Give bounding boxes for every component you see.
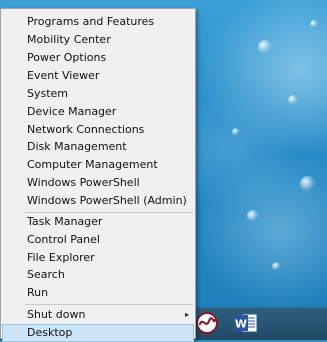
submenu-arrow-icon: ▸ <box>184 310 189 319</box>
menu-item-label: Shut down <box>27 308 86 321</box>
menu-item-device-manager[interactable]: Device Manager <box>2 103 194 121</box>
wallpaper-droplet <box>272 262 281 271</box>
menu-item-task-manager[interactable]: Task Manager <box>2 213 194 231</box>
menu-item-mobility-center[interactable]: Mobility Center <box>2 31 194 49</box>
menu-item-windows-powershell-admin[interactable]: Windows PowerShell (Admin) <box>2 192 194 210</box>
menu-item-shut-down[interactable]: Shut down ▸ <box>2 306 194 324</box>
menu-item-system[interactable]: System <box>2 85 194 103</box>
menu-item-power-options[interactable]: Power Options <box>2 49 194 67</box>
menu-item-programs-and-features[interactable]: Programs and Features <box>2 13 194 31</box>
menu-item-event-viewer[interactable]: Event Viewer <box>2 67 194 85</box>
menu-item-control-panel[interactable]: Control Panel <box>2 231 194 249</box>
menu-item-disk-management[interactable]: Disk Management <box>2 138 194 156</box>
wallpaper-droplet <box>310 20 318 28</box>
wallpaper-droplet <box>258 40 272 54</box>
menu-item-run[interactable]: Run <box>2 284 194 302</box>
menu-separator <box>25 304 193 305</box>
app-swirl-icon[interactable] <box>194 310 220 336</box>
menu-item-desktop[interactable]: Desktop <box>2 324 194 342</box>
wallpaper-droplet <box>232 128 240 136</box>
wallpaper-droplet <box>247 210 259 222</box>
menu-item-computer-management[interactable]: Computer Management <box>2 156 194 174</box>
menu-item-windows-powershell[interactable]: Windows PowerShell <box>2 174 194 192</box>
menu-item-search[interactable]: Search <box>2 266 194 284</box>
menu-item-network-connections[interactable]: Network Connections <box>2 121 194 139</box>
wallpaper-droplet <box>288 95 298 105</box>
menu-item-file-explorer[interactable]: File Explorer <box>2 249 194 267</box>
word-letter: W <box>235 318 247 331</box>
winx-context-menu: Programs and Features Mobility Center Po… <box>0 8 196 342</box>
wallpaper-droplet <box>300 176 316 192</box>
word-icon[interactable]: W <box>233 310 259 336</box>
